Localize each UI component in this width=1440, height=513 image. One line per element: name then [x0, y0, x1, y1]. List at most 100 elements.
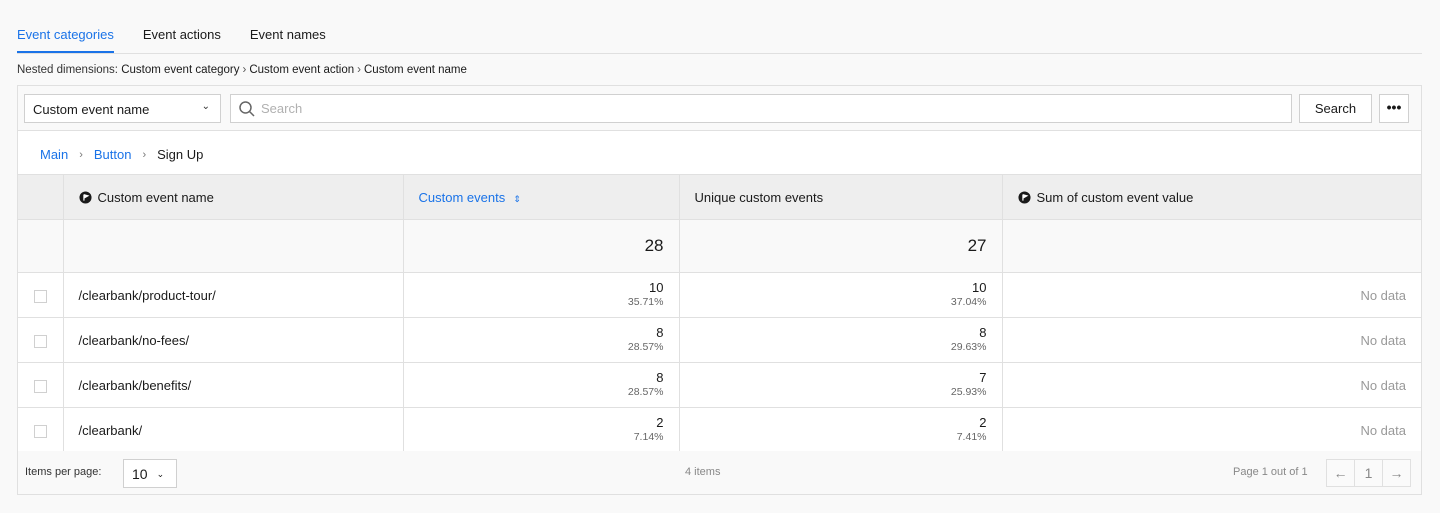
row-select-cell — [18, 407, 64, 453]
more-options-button[interactable]: ••• — [1379, 94, 1409, 123]
event-name-cell[interactable]: /clearbank/ — [62, 407, 404, 453]
column-header-label: Custom event name — [97, 189, 214, 205]
value: 8 — [979, 325, 987, 340]
table-row: /clearbank/no-fees/ 8 28.57% 8 29.63% No d… — [18, 317, 1421, 363]
nested-separator: › — [357, 64, 361, 76]
value: 8 — [656, 325, 664, 340]
nested-dimensions: Nested dimensions: Custom event category… — [17, 64, 467, 76]
percent: 37.04% — [950, 296, 987, 308]
item-count: 4 items — [685, 466, 721, 478]
unique-events-cell: 2 7.41% — [678, 407, 1003, 453]
value: 10 — [649, 280, 664, 295]
sum-value-cell: No data — [1001, 317, 1421, 363]
chevron-down-icon: ⌄ — [201, 101, 210, 112]
nested-separator: › — [242, 64, 247, 76]
value: 2 — [656, 415, 664, 430]
pagination: ← 1 → — [1326, 459, 1411, 487]
row-select-cell — [18, 317, 64, 363]
dimension-select-value: Custom event name — [33, 102, 150, 117]
totals-cell — [62, 219, 404, 273]
column-header-unique-custom-events[interactable]: Unique custom events — [678, 174, 1003, 220]
tab-bar: Event categories Event actions Event nam… — [17, 24, 1422, 54]
value: 10 — [972, 280, 987, 295]
report-panel: Custom event name ⌄ Search ••• Main › Bu… — [17, 85, 1422, 495]
column-header-label: Sum of custom event value — [1036, 189, 1194, 205]
page-info: Page 1 out of 1 — [1233, 466, 1308, 478]
chevron-right-icon: › — [142, 148, 147, 161]
value: 2 — [979, 415, 987, 430]
segment-icon — [78, 190, 92, 204]
table-row: /clearbank/benefits/ 8 28.57% 7 25.93% No … — [18, 362, 1421, 408]
row-select-cell — [18, 362, 64, 408]
total-sum-value — [1001, 219, 1421, 273]
value: 8 — [656, 370, 664, 385]
row-select-cell — [18, 272, 64, 318]
report-table: Custom event name Custom events ⇕ Unique … — [18, 174, 1421, 453]
nested-level: Custom event category — [121, 64, 240, 76]
column-header-sum-value[interactable]: Sum of custom event value — [1001, 174, 1421, 220]
items-per-page-select[interactable]: 10 ⌄ — [123, 459, 177, 488]
custom-events-cell: 8 28.57% — [402, 317, 680, 363]
breadcrumb: Main › Button › Sign Up — [40, 147, 203, 162]
unique-events-cell: 8 29.63% — [678, 317, 1003, 363]
toolbar: Custom event name ⌄ Search ••• — [18, 86, 1421, 131]
value: 7 — [979, 370, 987, 385]
tab-event-actions[interactable]: Event actions — [143, 24, 221, 53]
custom-events-cell: 2 7.14% — [402, 407, 680, 453]
table-footer: Items per page: 10 ⌄ 4 items Page 1 out o… — [18, 451, 1421, 494]
column-header-custom-events[interactable]: Custom events ⇕ — [402, 174, 680, 220]
breadcrumb-main[interactable]: Main — [40, 147, 68, 162]
percent: 28.57% — [627, 341, 664, 353]
breadcrumb-button[interactable]: Button — [94, 147, 132, 162]
breadcrumb-current: Sign Up — [157, 147, 204, 162]
chevron-down-icon: ⌄ — [156, 469, 165, 479]
row-checkbox[interactable] — [33, 334, 47, 348]
row-checkbox[interactable] — [33, 289, 47, 303]
total-unique-custom-events: 27 — [678, 219, 1003, 273]
column-header-custom-event-name[interactable]: Custom event name — [62, 174, 404, 220]
sort-icon[interactable]: ⇕ — [513, 194, 521, 204]
search-input[interactable] — [261, 98, 1281, 119]
custom-events-cell: 10 35.71% — [402, 272, 680, 318]
sum-value-cell: No data — [1001, 407, 1421, 453]
nested-level: Custom event name — [364, 64, 467, 76]
sum-value-cell: No data — [1001, 272, 1421, 318]
arrow-right-icon: → — [1389, 465, 1404, 481]
totals-row: 28 27 — [18, 219, 1421, 273]
event-name-cell[interactable]: /clearbank/product-tour/ — [62, 272, 404, 318]
nested-dimensions-label: Nested dimensions: — [17, 64, 118, 76]
percent: 28.57% — [627, 386, 664, 398]
sum-value-cell: No data — [1001, 362, 1421, 408]
tab-event-names[interactable]: Event names — [250, 24, 326, 53]
search-button[interactable]: Search — [1299, 94, 1372, 123]
table-row: /clearbank/ 2 7.14% 2 7.41% No data — [18, 407, 1421, 453]
next-page-button[interactable]: → — [1382, 459, 1411, 487]
unique-events-cell: 7 25.93% — [678, 362, 1003, 408]
prev-page-button[interactable]: ← — [1326, 459, 1355, 487]
total-custom-events: 28 — [402, 219, 680, 273]
table-header-row: Custom event name Custom events ⇕ Unique … — [18, 174, 1421, 220]
event-name-cell[interactable]: /clearbank/benefits/ — [62, 362, 404, 408]
segment-icon — [1017, 190, 1031, 204]
page-number-button[interactable]: 1 — [1354, 459, 1383, 487]
row-checkbox[interactable] — [33, 424, 47, 438]
percent: 29.63% — [950, 341, 987, 353]
percent: 35.71% — [627, 296, 664, 308]
tab-event-categories[interactable]: Event categories — [17, 24, 114, 53]
row-checkbox[interactable] — [33, 379, 47, 393]
table-row: /clearbank/product-tour/ 10 35.71% 10 37.0… — [18, 272, 1421, 318]
custom-events-cell: 8 28.57% — [402, 362, 680, 408]
items-per-page-value: 10 — [132, 466, 148, 482]
percent: 7.41% — [956, 431, 987, 443]
dimension-select[interactable]: Custom event name ⌄ — [24, 94, 221, 123]
column-header-label: Unique custom events — [694, 189, 824, 205]
unique-events-cell: 10 37.04% — [678, 272, 1003, 318]
event-name-cell[interactable]: /clearbank/no-fees/ — [62, 317, 404, 363]
arrow-left-icon: ← — [1333, 465, 1348, 481]
search-box — [230, 94, 1292, 123]
select-column-header — [18, 174, 64, 220]
percent: 25.93% — [950, 386, 987, 398]
percent: 7.14% — [633, 431, 664, 443]
search-icon — [239, 101, 255, 117]
items-per-page-label: Items per page: — [25, 466, 102, 478]
